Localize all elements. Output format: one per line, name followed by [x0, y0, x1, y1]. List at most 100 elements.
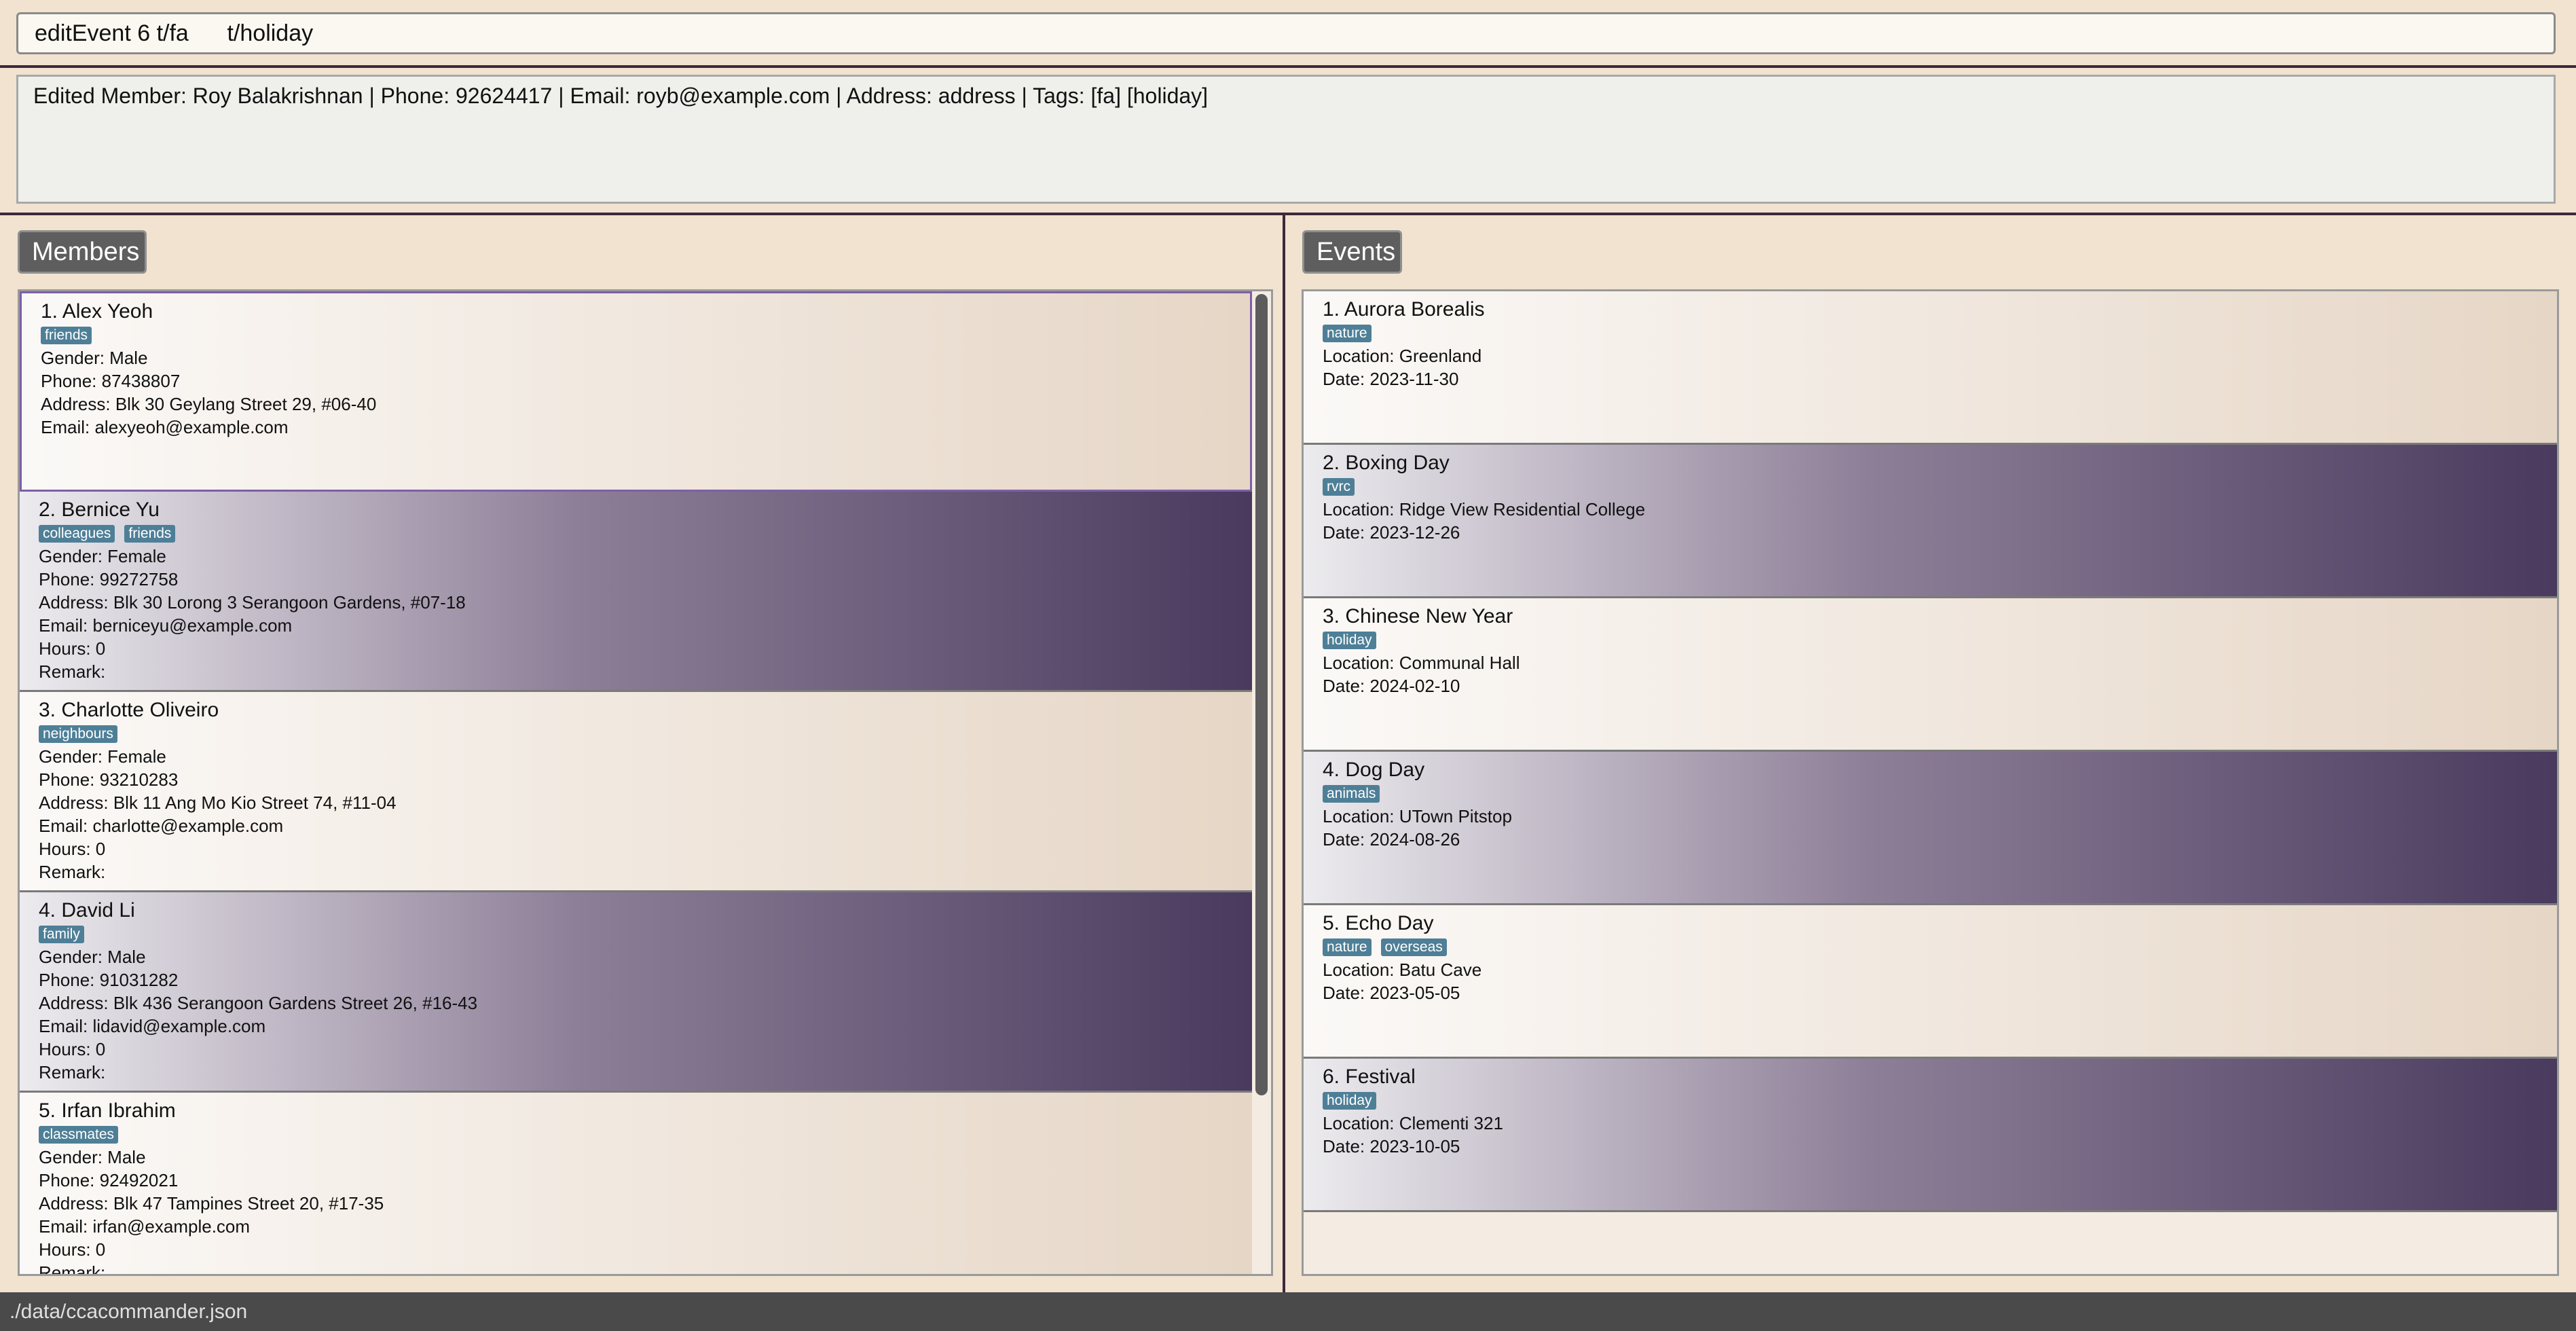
card-index: 5. [39, 1099, 56, 1122]
card-email: Email: irfan@example.com [39, 1216, 251, 1237]
status-bar: ./data/ccacommander.json [0, 1292, 2576, 1331]
card-hours: Hours: 0 [39, 1039, 106, 1059]
tag-badge: classmates [39, 1126, 119, 1144]
card-remark: Remark: [39, 661, 106, 682]
card-location: Location: Greenland [1323, 346, 1482, 366]
card-hours: Hours: 0 [39, 839, 106, 859]
card-date: Date: 2024-08-26 [1323, 829, 1460, 850]
card-name: Chinese New Year [1345, 605, 1513, 627]
card-address: Address: Blk 436 Serangoon Gardens Stree… [39, 993, 478, 1013]
tag-list: colleagues friends [39, 523, 1252, 545]
card-name: Alex Yeoh [62, 300, 153, 323]
tag-list: animals [1323, 783, 2557, 805]
tag-badge: rvrc [1323, 478, 1355, 496]
card-title: 4. David Li [39, 898, 1252, 924]
card-title: 2. Bernice Yu [39, 497, 1252, 523]
card-address: Address: Blk 47 Tampines Street 20, #17-… [39, 1193, 384, 1214]
member-card[interactable]: 4. David Li family Gender: Male Phone: 9103… [20, 892, 1252, 1093]
card-phone: Phone: 93210283 [39, 769, 179, 790]
card-date: Date: 2024-02-10 [1323, 676, 1460, 696]
card-name: Bernice Yu [61, 498, 160, 521]
card-date: Date: 2023-12-26 [1323, 522, 1460, 543]
card-gender: Gender: Female [39, 746, 166, 767]
command-box-area [0, 0, 2576, 68]
card-remark: Remark: [39, 1262, 106, 1276]
card-index: 4. [1323, 759, 1340, 781]
card-email: Email: alexyeoh@example.com [41, 417, 289, 437]
command-input[interactable] [16, 12, 2556, 54]
card-address: Address: Blk 30 Geylang Street 29, #06-4… [41, 394, 377, 414]
card-date: Date: 2023-11-30 [1323, 369, 1459, 389]
members-title: Members [18, 230, 147, 274]
member-card[interactable]: 1. Alex Yeoh friends Gender: Male Phone: 87… [20, 291, 1252, 492]
card-gender: Gender: Male [41, 348, 148, 368]
card-title: 1. Aurora Borealis [1323, 297, 2557, 323]
card-index: 2. [1323, 452, 1340, 474]
event-card[interactable]: 2. Boxing Day rvrc Location: Ridge View Re… [1304, 445, 2557, 598]
tag-badge: holiday [1323, 632, 1376, 649]
card-hours: Hours: 0 [39, 1239, 106, 1260]
card-location: Location: Ridge View Residential College [1323, 499, 1646, 519]
card-title: 3. Charlotte Oliveiro [39, 697, 1252, 723]
card-phone: Phone: 99272758 [39, 569, 179, 589]
tag-badge: nature [1323, 938, 1372, 956]
card-name: Charlotte Oliveiro [61, 699, 219, 721]
card-location: Location: UTown Pitstop [1323, 806, 1512, 826]
events-panel: Events 1. Aurora Borealis nature Location:… [1285, 215, 2576, 1292]
card-title: 1. Alex Yeoh [41, 299, 1250, 325]
card-hours: Hours: 0 [39, 638, 106, 659]
event-card[interactable]: 5. Echo Day nature overseas Location: Batu … [1304, 905, 2557, 1059]
tag-list: holiday [1323, 630, 2557, 651]
event-card[interactable]: 3. Chinese New Year holiday Location: Comm… [1304, 598, 2557, 752]
card-index: 5. [1323, 912, 1340, 934]
card-gender: Gender: Female [39, 546, 166, 566]
tag-badge: colleagues [39, 525, 115, 543]
save-location: ./data/ccacommander.json [10, 1300, 248, 1323]
tag-badge: friends [41, 327, 92, 344]
card-index: 1. [41, 300, 58, 323]
tag-badge: overseas [1380, 938, 1447, 956]
card-location: Location: Batu Cave [1323, 960, 1482, 980]
card-name: Aurora Borealis [1344, 298, 1485, 321]
result-display: Edited Member: Roy Balakrishnan | Phone:… [16, 75, 2556, 204]
tag-badge: neighbours [39, 725, 117, 743]
card-name: David Li [61, 899, 135, 922]
event-card[interactable]: 6. Festival holiday Location: Clementi 321… [1304, 1059, 2557, 1212]
card-title: 4. Dog Day [1323, 757, 2557, 783]
card-phone: Phone: 92492021 [39, 1170, 179, 1190]
members-scrollbar[interactable] [1252, 291, 1271, 1274]
card-title: 2. Boxing Day [1323, 450, 2557, 476]
card-index: 6. [1323, 1065, 1340, 1088]
card-phone: Phone: 87438807 [41, 371, 181, 391]
events-list[interactable]: 1. Aurora Borealis nature Location: Greenl… [1302, 289, 2559, 1276]
card-index: 3. [39, 699, 56, 721]
result-display-area: Edited Member: Roy Balakrishnan | Phone:… [0, 68, 2576, 215]
card-index: 1. [1323, 298, 1340, 321]
event-card[interactable]: 4. Dog Day animals Location: UTown Pitstop… [1304, 752, 2557, 905]
tag-list: holiday [1323, 1090, 2557, 1112]
card-index: 4. [39, 899, 56, 922]
tag-list: family [39, 924, 1252, 945]
members-list[interactable]: 1. Alex Yeoh friends Gender: Male Phone: 87… [18, 289, 1273, 1276]
card-title: 6. Festival [1323, 1064, 2557, 1090]
card-name: Echo Day [1345, 912, 1434, 934]
tag-list: neighbours [39, 723, 1252, 745]
member-card[interactable]: 5. Irfan Ibrahim classmates Gender: Male Ph… [20, 1093, 1252, 1276]
card-index: 3. [1323, 605, 1340, 627]
card-phone: Phone: 91031282 [39, 970, 179, 990]
card-date: Date: 2023-10-05 [1323, 1136, 1460, 1156]
card-index: 2. [39, 498, 56, 521]
tag-list: rvrc [1323, 476, 2557, 498]
card-gender: Gender: Male [39, 1147, 146, 1167]
tag-list: classmates [39, 1124, 1252, 1146]
tag-badge: friends [124, 525, 176, 543]
card-name: Boxing Day [1345, 452, 1450, 474]
event-card[interactable]: 1. Aurora Borealis nature Location: Greenl… [1304, 291, 2557, 445]
tag-badge: animals [1323, 785, 1380, 803]
member-card[interactable]: 3. Charlotte Oliveiro neighbours Gender: F… [20, 692, 1252, 892]
member-card[interactable]: 2. Bernice Yu colleagues friends Gender: Fe… [20, 492, 1252, 692]
card-email: Email: charlotte@example.com [39, 816, 284, 836]
card-address: Address: Blk 11 Ang Mo Kio Street 74, #1… [39, 792, 397, 813]
members-scrollbar-thumb[interactable] [1255, 294, 1268, 1095]
card-date: Date: 2023-05-05 [1323, 983, 1460, 1003]
